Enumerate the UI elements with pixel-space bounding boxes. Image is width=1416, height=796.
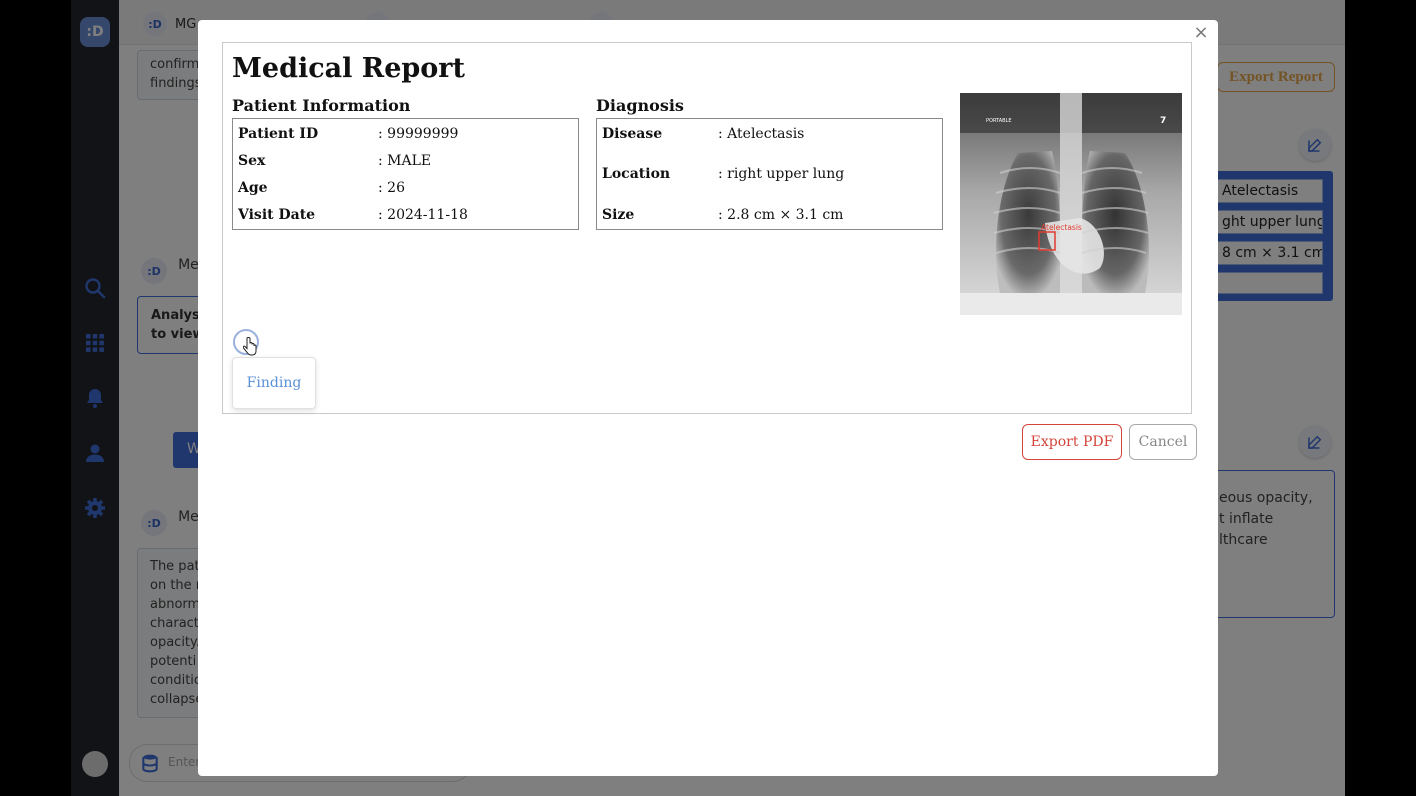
patient-info-box: Patient ID: 99999999 Sex: MALE Age: 26 V… [232,118,579,230]
sex-row: Sex: MALE [238,153,432,169]
xray-marker-right: 7 [1160,116,1166,126]
visit-date-row: Visit Date: 2024-11-18 [238,207,468,223]
medical-report-modal: × Medical Report Patient Information Pat… [198,20,1218,776]
finding-menu-item[interactable]: Finding [232,357,316,409]
hand-cursor-icon [243,337,257,356]
cancel-button[interactable]: Cancel [1129,424,1197,460]
age-row: Age: 26 [238,180,405,196]
export-pdf-button[interactable]: Export PDF [1022,424,1122,460]
report-title: Medical Report [232,53,465,84]
patient-info-heading: Patient Information [232,96,411,115]
diagnosis-heading: Diagnosis [596,96,684,115]
close-icon[interactable]: × [1192,24,1210,42]
patient-id-row: Patient ID: 99999999 [238,126,459,142]
size-row: Size: 2.8 cm × 3.1 cm [602,207,844,223]
report-document: Medical Report Patient Information Patie… [222,42,1192,414]
location-row: Location: right upper lung [602,166,845,182]
lesion-label: Atelectasis [1041,223,1082,232]
disease-row: Disease: Atelectasis [602,126,805,142]
diagnosis-box: Disease: Atelectasis Location: right upp… [596,118,943,230]
xray-marker-left: PORTABLE [986,118,1012,124]
xray-graphic: PORTABLE 7 Atelectasis [960,93,1182,315]
chest-xray-image: PORTABLE 7 Atelectasis [960,93,1182,315]
